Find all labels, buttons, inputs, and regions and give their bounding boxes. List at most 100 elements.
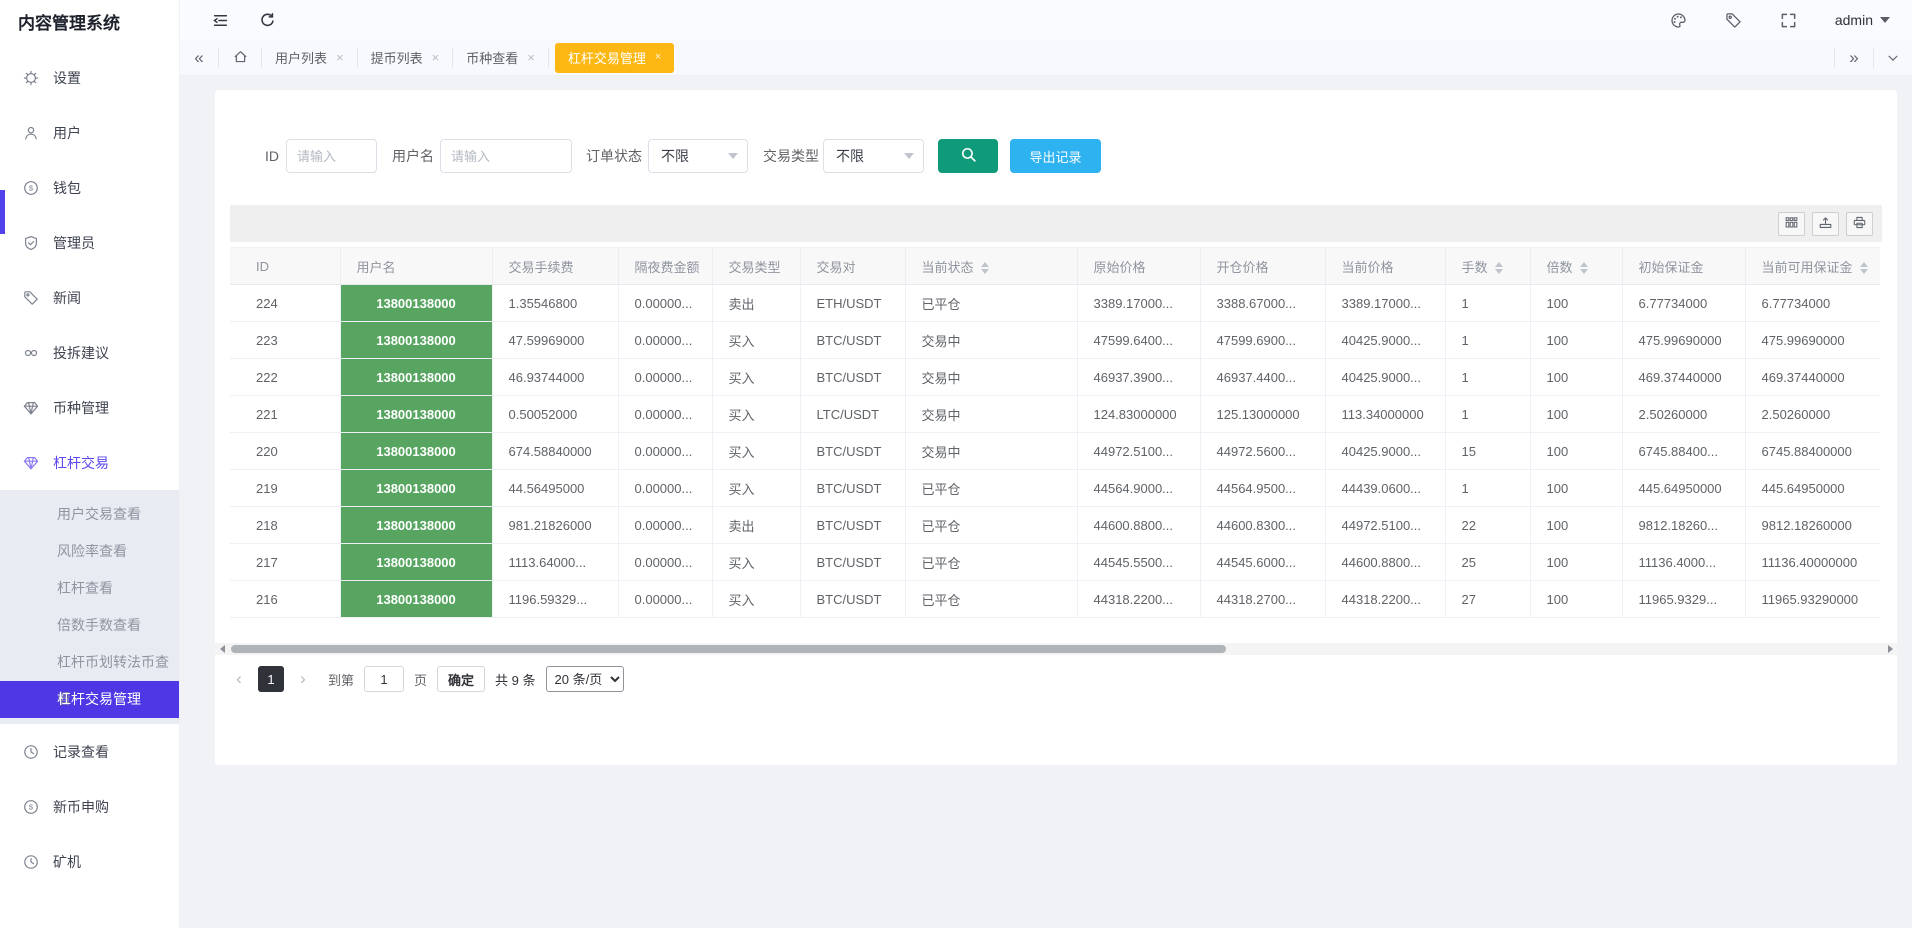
cell-overnight_fee: 0.00000... xyxy=(618,285,712,322)
cell-open_price: 44545.6000... xyxy=(1200,544,1325,581)
close-tab-icon[interactable]: × xyxy=(655,52,661,63)
sort-icon[interactable] xyxy=(1860,262,1868,274)
jump-page-input[interactable] xyxy=(364,666,404,692)
current-page-button[interactable]: 1 xyxy=(258,666,284,692)
username-filter-input[interactable] xyxy=(440,139,572,173)
column-header-orig_price: 原始价格 xyxy=(1077,248,1200,285)
chevron-down-icon xyxy=(728,153,738,159)
column-header-status[interactable]: 当前状态 xyxy=(905,248,1077,285)
cell-status: 已平仓 xyxy=(905,285,1077,322)
refresh-icon[interactable] xyxy=(259,12,276,29)
cell-open_price: 44564.9500... xyxy=(1200,470,1325,507)
sidebar-item-record-view[interactable]: 记录查看 xyxy=(0,724,179,779)
sidebar-item-news[interactable]: 新闻 xyxy=(0,270,179,325)
gem-icon xyxy=(23,455,39,471)
cell-trade_type: 买入 xyxy=(712,544,800,581)
sidebar-item-miner[interactable]: 矿机 xyxy=(0,834,179,889)
sidebar-item-admins[interactable]: 管理员 xyxy=(0,215,179,270)
close-tab-icon[interactable]: × xyxy=(336,51,344,64)
print-button[interactable] xyxy=(1846,212,1873,236)
tab-杠杆交易管理[interactable]: 杠杆交易管理 × xyxy=(555,43,674,73)
cell-status: 交易中 xyxy=(905,433,1077,470)
prev-page-button[interactable]: ‹ xyxy=(230,666,248,692)
cell-open_price: 44600.8300... xyxy=(1200,507,1325,544)
sort-icon[interactable] xyxy=(1580,262,1588,274)
cell-overnight_fee: 0.00000... xyxy=(618,322,712,359)
menu-fold-icon[interactable] xyxy=(212,12,229,29)
close-tab-icon[interactable]: × xyxy=(527,51,535,64)
cell-id: 224 xyxy=(230,285,340,322)
cell-username: 13800138000 xyxy=(340,396,492,433)
sidebar-subitem-user-trade-view[interactable]: 用户交易查看 xyxy=(0,496,179,533)
fullscreen-icon[interactable] xyxy=(1780,12,1797,29)
next-page-button[interactable]: › xyxy=(294,666,312,692)
sidebar-item-coin-manage[interactable]: 币种管理 xyxy=(0,380,179,435)
column-header-lots[interactable]: 手数 xyxy=(1445,248,1530,285)
cell-fee: 1196.59329... xyxy=(492,581,618,618)
cell-open_price: 46937.4400... xyxy=(1200,359,1325,396)
sort-icon[interactable] xyxy=(1495,262,1503,274)
tab-用户列表[interactable]: 用户列表× xyxy=(262,40,357,76)
cell-fee: 1113.64000... xyxy=(492,544,618,581)
export-table-button[interactable] xyxy=(1812,212,1839,236)
total-count-label: 共 9 条 xyxy=(495,670,535,689)
sidebar-subitem-leverage-view[interactable]: 杠杆查看 xyxy=(0,570,179,607)
columns-setting-button[interactable] xyxy=(1778,212,1805,236)
cell-username: 13800138000 xyxy=(340,507,492,544)
tabs-menu-button[interactable] xyxy=(1874,40,1912,76)
cell-fee: 46.93744000 xyxy=(492,359,618,396)
trade-type-select[interactable]: 不限 xyxy=(823,139,924,173)
page-size-select[interactable]: 20 条/页 xyxy=(546,666,624,692)
order-status-select[interactable]: 不限 xyxy=(648,139,748,173)
sidebar-item-users[interactable]: 用户 xyxy=(0,105,179,160)
user-menu[interactable]: admin xyxy=(1835,12,1890,28)
column-header-multiple[interactable]: 倍数 xyxy=(1530,248,1622,285)
export-records-button[interactable]: 导出记录 xyxy=(1010,139,1101,173)
sidebar-item-settings[interactable]: 设置 xyxy=(0,50,179,105)
username-badge: 13800138000 xyxy=(341,581,492,617)
sidebar-subitem-risk-rate-view[interactable]: 风险率查看 xyxy=(0,533,179,570)
scroll-left-arrow[interactable] xyxy=(215,643,229,655)
sidebar-scrollbar-thumb[interactable] xyxy=(0,190,5,234)
cell-lots: 1 xyxy=(1445,470,1530,507)
tab-label: 杠杆交易管理 xyxy=(568,48,646,67)
cell-overnight_fee: 0.00000... xyxy=(618,359,712,396)
tabs-scroll-right-button[interactable]: » xyxy=(1835,40,1873,76)
sort-icon[interactable] xyxy=(981,262,989,274)
cell-pair: BTC/USDT xyxy=(800,470,905,507)
sidebar-item-new-coin-subscribe[interactable]: $新币申购 xyxy=(0,779,179,834)
cell-id: 216 xyxy=(230,581,340,618)
svg-text:$: $ xyxy=(29,183,34,192)
sidebar-item-leverage-trade[interactable]: 杠杆交易 xyxy=(0,435,179,490)
sidebar-subitem-leverage-trade-manage[interactable]: 杠杆交易管理 xyxy=(0,681,179,718)
confirm-jump-button[interactable]: 确定 xyxy=(437,666,485,692)
palette-icon[interactable] xyxy=(1670,12,1687,29)
cell-multiple: 100 xyxy=(1530,470,1622,507)
scroll-right-arrow[interactable] xyxy=(1883,643,1897,655)
sidebar-item-label: 新闻 xyxy=(53,288,81,308)
search-button[interactable] xyxy=(938,139,998,173)
cell-cur_price: 40425.9000... xyxy=(1325,359,1445,396)
username-badge: 13800138000 xyxy=(341,470,492,506)
close-tab-icon[interactable]: × xyxy=(432,51,440,64)
username-badge: 13800138000 xyxy=(341,544,492,580)
sidebar-subitem-multiple-lots-view[interactable]: 倍数手数查看 xyxy=(0,607,179,644)
sidebar-nav: 设置用户$钱包管理员新闻投拆建议币种管理杠杆交易用户交易查看风险率查看杠杆查看倍… xyxy=(0,48,179,889)
tab-提币列表[interactable]: 提币列表× xyxy=(358,40,453,76)
cell-lots: 1 xyxy=(1445,359,1530,396)
sidebar-subitem-leverage-transfer-view[interactable]: 杠杆币划转法币查看 xyxy=(0,644,179,681)
column-header-avail_margin[interactable]: 当前可用保证金 xyxy=(1745,248,1880,285)
home-tab[interactable] xyxy=(219,40,261,76)
tag-icon[interactable] xyxy=(1725,12,1742,29)
tabs-scroll-left-button[interactable]: « xyxy=(180,40,218,76)
sidebar-item-suggestions[interactable]: 投拆建议 xyxy=(0,325,179,380)
cell-trade_type: 买入 xyxy=(712,470,800,507)
tab-币种查看[interactable]: 币种查看× xyxy=(453,40,548,76)
scrollbar-track[interactable] xyxy=(229,643,1883,655)
cell-pair: BTC/USDT xyxy=(800,322,905,359)
scrollbar-thumb[interactable] xyxy=(231,645,1226,653)
sidebar-item-wallet[interactable]: $钱包 xyxy=(0,160,179,215)
id-filter-input[interactable] xyxy=(286,139,377,173)
cell-multiple: 100 xyxy=(1530,507,1622,544)
horizontal-scrollbar[interactable] xyxy=(215,643,1897,655)
